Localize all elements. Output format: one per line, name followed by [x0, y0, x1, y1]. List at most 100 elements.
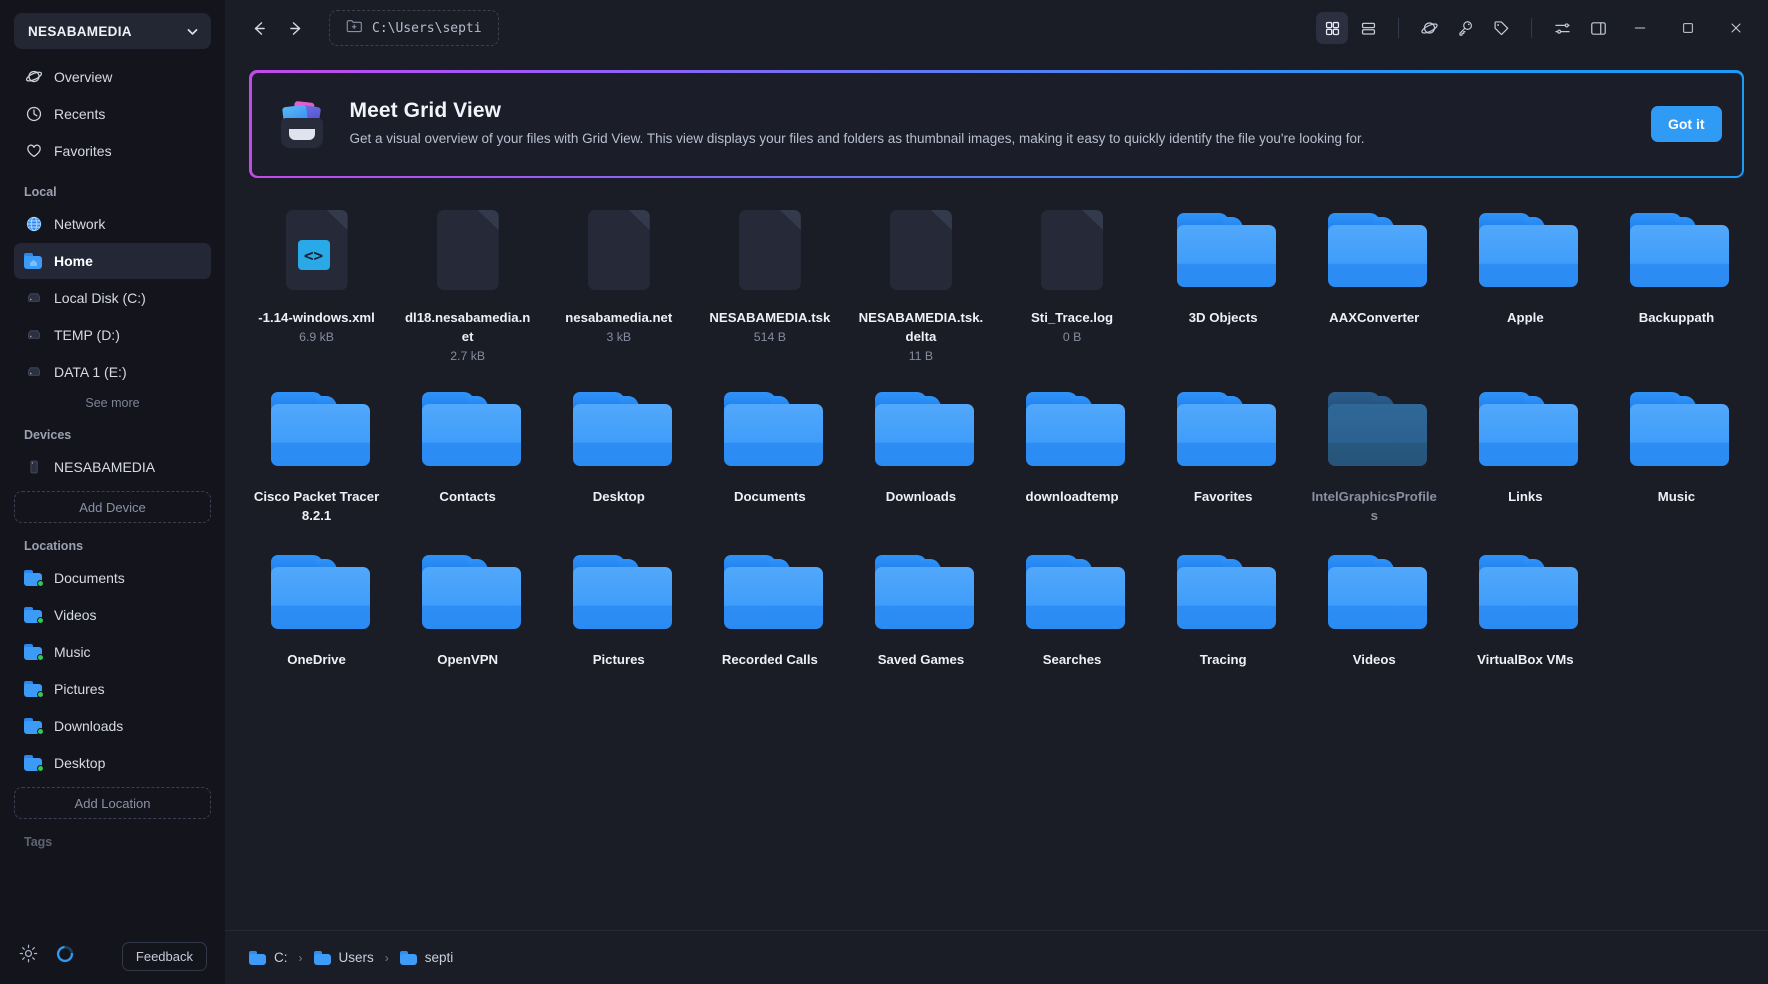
- sidebar-item-home[interactable]: Home: [14, 243, 211, 279]
- see-more-button[interactable]: See more: [14, 391, 211, 412]
- folder-item[interactable]: Pictures: [543, 538, 694, 675]
- folder-item[interactable]: 3D Objects: [1148, 196, 1299, 369]
- folder-item[interactable]: AAXConverter: [1299, 196, 1450, 369]
- planet-icon: [24, 68, 43, 87]
- key-icon[interactable]: [1449, 12, 1481, 44]
- breadcrumb-item[interactable]: Users: [313, 950, 374, 965]
- list-view-icon[interactable]: [1352, 12, 1384, 44]
- sidebar-group-locations: Locations: [24, 539, 84, 553]
- chevron-down-icon: [186, 25, 199, 38]
- folder-item[interactable]: downloadtemp: [997, 375, 1148, 531]
- folder-item[interactable]: Downloads: [845, 375, 996, 531]
- sync-circle-icon[interactable]: [55, 944, 75, 969]
- gear-icon[interactable]: [18, 943, 39, 969]
- sidebar-item-overview[interactable]: Overview: [14, 59, 211, 95]
- file-item[interactable]: Sti_Trace.log 0 B: [997, 196, 1148, 369]
- item-size: 2.7 kB: [450, 349, 486, 364]
- banner-text: Meet Grid View Get a visual overview of …: [350, 99, 1613, 148]
- drive-selector[interactable]: NESABAMEDIA: [14, 13, 211, 49]
- breadcrumb-item[interactable]: C:: [249, 950, 288, 965]
- sidebar-item-data1-e[interactable]: DATA 1 (E:): [14, 354, 211, 390]
- item-size: 0 B: [1062, 330, 1082, 345]
- item-name: Contacts: [439, 489, 496, 505]
- sidebar-panel-icon[interactable]: [1582, 12, 1614, 44]
- file-item[interactable]: NESABAMEDIA.tsk.delta 11 B: [845, 196, 996, 369]
- item-size: 3 kB: [606, 330, 632, 345]
- folder-sync-icon: [24, 680, 44, 699]
- folder-icon: [249, 950, 266, 965]
- forward-button[interactable]: [279, 11, 313, 45]
- folder-icon: [1177, 383, 1277, 475]
- folder-item[interactable]: Cisco Packet Tracer 8.2.1: [241, 375, 392, 531]
- sidebar-item-label: Desktop: [54, 755, 106, 771]
- planet-icon[interactable]: [1413, 12, 1445, 44]
- folder-item[interactable]: Videos: [1299, 538, 1450, 675]
- sidebar-item-label: Overview: [54, 69, 113, 85]
- sidebar-item-device-nesabamedia[interactable]: NESABAMEDIA: [14, 449, 211, 485]
- sidebar-item-label: Videos: [54, 607, 97, 623]
- grid-view-icon[interactable]: [1316, 12, 1348, 44]
- breadcrumb-item[interactable]: septi: [399, 950, 453, 965]
- folder-icon: [572, 383, 672, 475]
- item-name: nesabamedia.net: [565, 310, 673, 325]
- sliders-icon[interactable]: [1546, 12, 1578, 44]
- add-device-button[interactable]: Add Device: [14, 491, 211, 523]
- path-tab[interactable]: C:\Users\septi: [329, 10, 499, 46]
- folder-icon: [1177, 546, 1277, 638]
- item-name: Searches: [1042, 651, 1102, 667]
- got-it-button[interactable]: Got it: [1650, 106, 1722, 142]
- sidebar-item-recents[interactable]: Recents: [14, 96, 211, 132]
- folder-item[interactable]: Desktop: [543, 375, 694, 531]
- sidebar-item-label: Network: [54, 216, 106, 232]
- sidebar-item-downloads[interactable]: Downloads: [14, 708, 211, 744]
- folder-sync-icon: [24, 754, 44, 773]
- sidebar-item-pictures[interactable]: Pictures: [14, 671, 211, 707]
- folder-item[interactable]: Saved Games: [845, 538, 996, 675]
- item-name: OneDrive: [287, 651, 346, 667]
- sidebar-footer: Feedback: [0, 928, 225, 984]
- file-item[interactable]: dl18.nesabamedia.net 2.7 kB: [392, 196, 543, 369]
- folder-item[interactable]: OneDrive: [241, 538, 392, 675]
- file-item[interactable]: <> -1.14-windows.xml 6.9 kB: [241, 196, 392, 369]
- content-area: Meet Grid View Get a visual overview of …: [225, 56, 1768, 930]
- folder-item[interactable]: Documents: [694, 375, 845, 531]
- folder-item[interactable]: Apple: [1450, 196, 1601, 369]
- back-button[interactable]: [241, 11, 275, 45]
- minimize-button[interactable]: [1618, 8, 1662, 48]
- item-name: Pictures: [592, 651, 645, 667]
- folder-item[interactable]: Searches: [997, 538, 1148, 675]
- drive-selector-label: NESABAMEDIA: [28, 23, 132, 39]
- item-name: Recorded Calls: [721, 651, 818, 667]
- toolbar-divider: [1531, 18, 1532, 38]
- sidebar-item-documents[interactable]: Documents: [14, 560, 211, 596]
- sidebar-item-music[interactable]: Music: [14, 634, 211, 670]
- maximize-button[interactable]: [1666, 8, 1710, 48]
- folder-item[interactable]: Tracing: [1148, 538, 1299, 675]
- drive-icon: [24, 289, 43, 308]
- folder-item[interactable]: Links: [1450, 375, 1601, 531]
- folder-item[interactable]: OpenVPN: [392, 538, 543, 675]
- file-item[interactable]: NESABAMEDIA.tsk 514 B: [694, 196, 845, 369]
- sidebar-item-videos[interactable]: Videos: [14, 597, 211, 633]
- folder-item[interactable]: Music: [1601, 375, 1752, 531]
- folder-item[interactable]: VirtualBox VMs: [1450, 538, 1601, 675]
- folder-icon: [572, 546, 672, 638]
- folder-item[interactable]: Recorded Calls: [694, 538, 845, 675]
- close-button[interactable]: [1714, 8, 1758, 48]
- folder-icon: [1479, 546, 1579, 638]
- tag-icon[interactable]: [1485, 12, 1517, 44]
- folder-item[interactable]: IntelGraphicsProfiles: [1299, 375, 1450, 531]
- sidebar-item-network[interactable]: Network: [14, 206, 211, 242]
- sidebar-item-local-disk-c[interactable]: Local Disk (C:): [14, 280, 211, 316]
- item-name: Sti_Trace.log: [1031, 310, 1114, 325]
- item-name: Videos: [1352, 651, 1396, 667]
- folder-item[interactable]: Backuppath: [1601, 196, 1752, 369]
- sidebar-item-temp-d[interactable]: TEMP (D:): [14, 317, 211, 353]
- sidebar-item-desktop[interactable]: Desktop: [14, 745, 211, 781]
- sidebar-item-favorites[interactable]: Favorites: [14, 133, 211, 169]
- feedback-button[interactable]: Feedback: [121, 941, 207, 971]
- folder-item[interactable]: Contacts: [392, 375, 543, 531]
- add-location-button[interactable]: Add Location: [14, 787, 211, 819]
- folder-item[interactable]: Favorites: [1148, 375, 1299, 531]
- file-item[interactable]: nesabamedia.net 3 kB: [543, 196, 694, 369]
